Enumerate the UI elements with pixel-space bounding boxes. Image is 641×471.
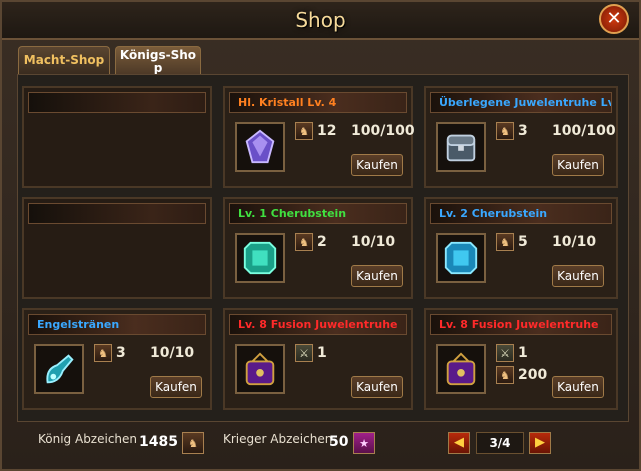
koenig-badge-icon: ♞	[182, 432, 204, 454]
crystal-icon[interactable]	[235, 122, 285, 172]
shop-item-card: Hl. Kristall Lv. 4 ♞ 12 100/100 Kaufen	[223, 86, 415, 188]
buy-button[interactable]: Kaufen	[150, 376, 202, 398]
item-stock: 10/10	[150, 345, 195, 361]
item-stock: 10/10	[552, 234, 597, 250]
title-bar: Shop ✕	[2, 2, 639, 40]
buy-button[interactable]: Kaufen	[552, 265, 604, 287]
krieger-badge-icon: ★	[353, 432, 375, 454]
koenig-abzeichen-value: 1485	[139, 434, 178, 450]
krieger-badge-icon: ⚔	[496, 344, 514, 362]
krieger-abzeichen-label: Krieger Abzeichen	[223, 432, 333, 446]
item-name: Lv. 8 Fusion Juwelentruhe	[229, 314, 407, 335]
item-price: 1	[518, 345, 528, 361]
koenig-badge-icon: ♞	[295, 122, 313, 140]
koenig-badge-icon: ♞	[496, 366, 514, 384]
shop-item-card: Überlegene Juwelentruhe Lv. 3 ♞ 3 100/10…	[424, 86, 618, 188]
item-name: Lv. 2 Cherubstein	[430, 203, 612, 224]
buy-button[interactable]: Kaufen	[552, 376, 604, 398]
item-price: 1	[317, 345, 327, 361]
item-name: Lv. 8 Fusion Juwelentruhe	[430, 314, 612, 335]
tab-macht-shop[interactable]: Macht-Shop	[18, 46, 110, 74]
empty-slot	[22, 197, 212, 299]
item-price: 3	[116, 345, 126, 361]
tab-koenigs-shop[interactable]: Königs-Shop	[115, 46, 201, 76]
shop-item-card: Lv. 8 Fusion Juwelentruhe ⚔ 1 ♞ 200 Kauf…	[424, 308, 618, 410]
krieger-badge-icon: ⚔	[295, 344, 313, 362]
item-name: Überlegene Juwelentruhe Lv. 3	[430, 92, 612, 113]
item-name: Hl. Kristall Lv. 4	[229, 92, 407, 113]
item-stock: 10/10	[351, 234, 396, 250]
buy-button[interactable]: Kaufen	[351, 265, 403, 287]
shop-item-card: Engelstränen ♞ 3 10/10 Kaufen	[22, 308, 212, 410]
item-price: 2	[317, 234, 327, 250]
next-page-button[interactable]: ▶	[529, 432, 551, 454]
item-stock: 100/100	[552, 123, 616, 139]
buy-button[interactable]: Kaufen	[351, 376, 403, 398]
buy-button[interactable]: Kaufen	[351, 154, 403, 176]
shop-item-card: Lv. 2 Cherubstein ♞ 5 10/10 Kaufen	[424, 197, 618, 299]
koenig-badge-icon: ♞	[295, 233, 313, 251]
item-name: Engelstränen	[28, 314, 206, 335]
shop-item-card: Lv. 8 Fusion Juwelentruhe ⚔ 1 Kaufen	[223, 308, 413, 410]
jewel-chest-icon[interactable]	[436, 122, 486, 172]
prev-page-button[interactable]: ◀	[448, 432, 470, 454]
item-price: 3	[518, 123, 528, 139]
item-stock: 100/100	[351, 123, 415, 139]
close-button[interactable]: ✕	[599, 4, 629, 34]
angel-tears-icon[interactable]	[34, 344, 84, 394]
buy-button[interactable]: Kaufen	[552, 154, 604, 176]
koenig-badge-icon: ♞	[94, 344, 112, 362]
empty-slot	[22, 86, 212, 188]
koenig-abzeichen-label: König Abzeichen	[38, 432, 138, 446]
item-name	[28, 203, 206, 224]
krieger-abzeichen-value: 50	[329, 434, 349, 450]
fusion-chest-icon[interactable]	[436, 344, 486, 394]
shop-item-card: Lv. 1 Cherubstein ♞ 2 10/10 Kaufen	[223, 197, 413, 299]
item-name	[28, 92, 206, 113]
blue-cherub-stone-icon[interactable]	[436, 233, 486, 283]
window-title: Shop	[295, 8, 346, 32]
koenig-badge-icon: ♞	[496, 122, 514, 140]
item-price: 5	[518, 234, 528, 250]
fusion-chest-icon[interactable]	[235, 344, 285, 394]
item-name: Lv. 1 Cherubstein	[229, 203, 407, 224]
item-price: 12	[317, 123, 337, 139]
green-cherub-stone-icon[interactable]	[235, 233, 285, 283]
item-price-secondary: 200	[518, 367, 548, 383]
shop-window: Shop ✕ Macht-Shop Königs-Shop Hl. Krista…	[0, 0, 641, 471]
page-indicator: 3/4	[476, 432, 524, 454]
koenig-badge-icon: ♞	[496, 233, 514, 251]
